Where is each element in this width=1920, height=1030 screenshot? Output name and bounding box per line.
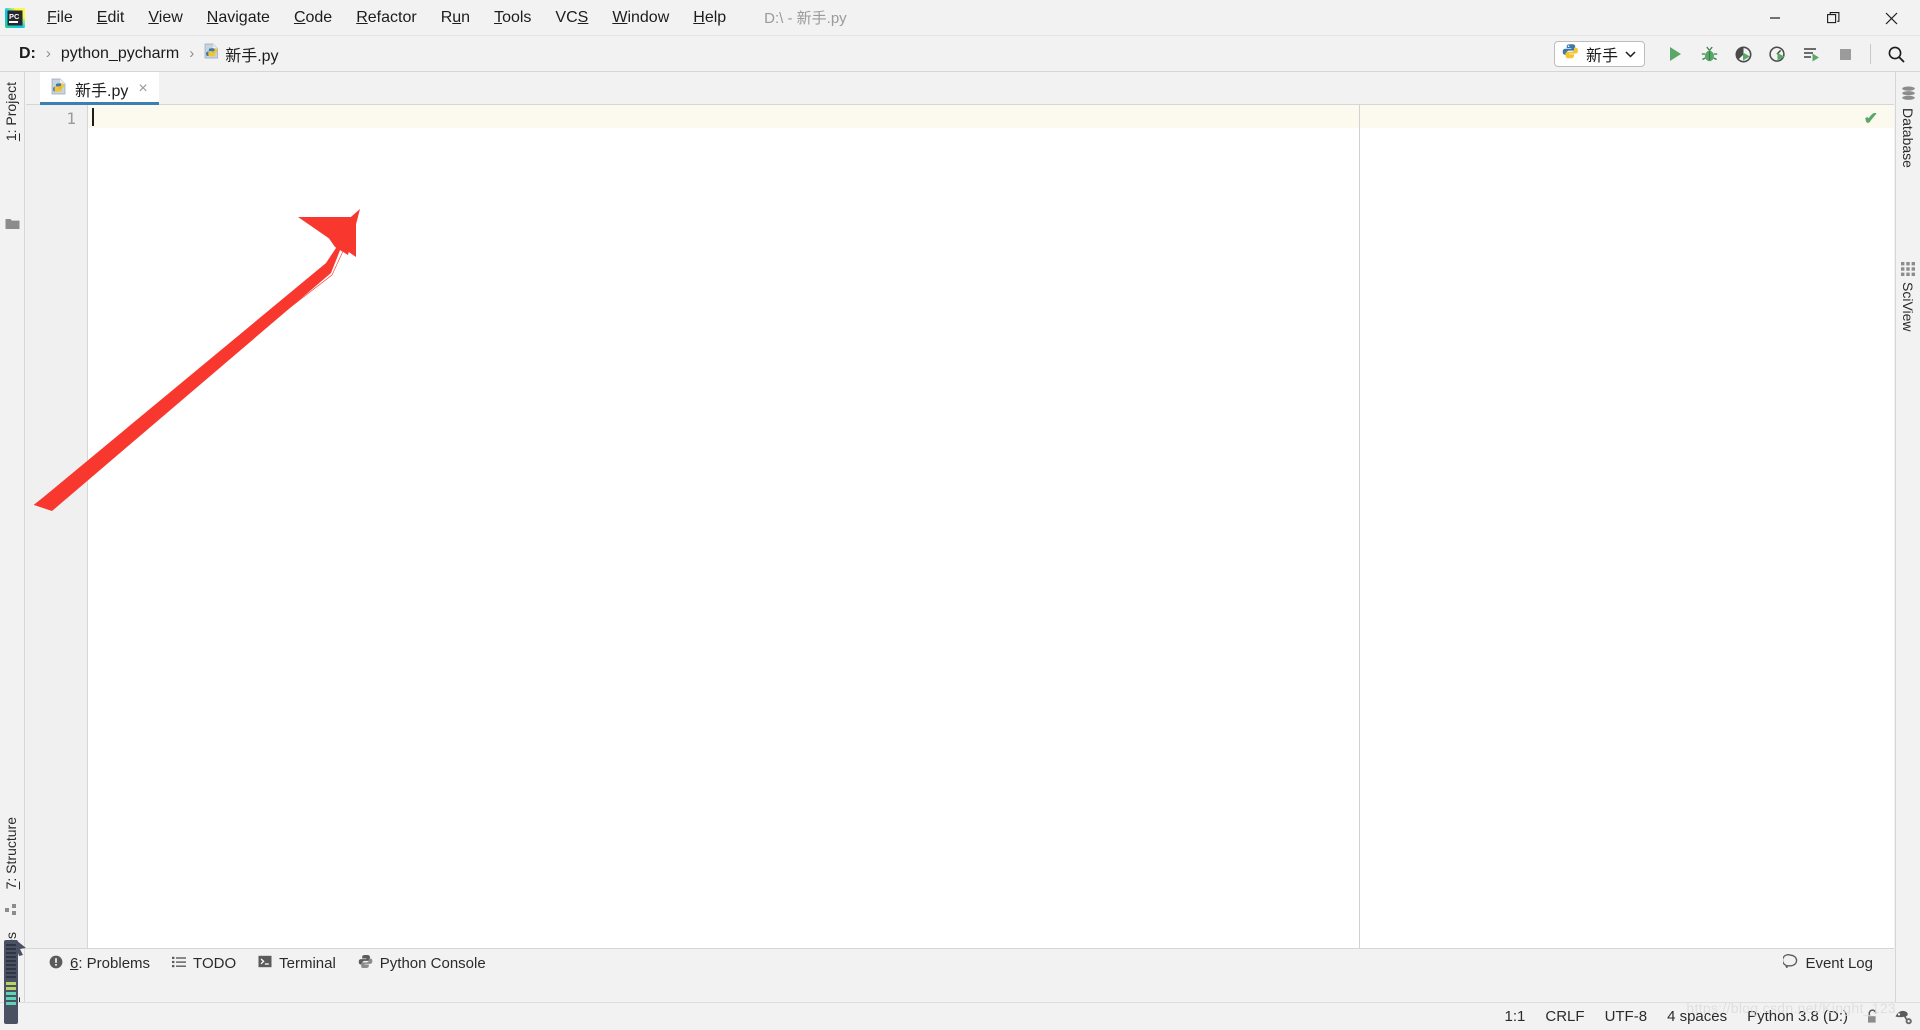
run-configuration-selector[interactable]: 新手 [1553, 41, 1645, 67]
editor-tab-label: 新手.py [75, 82, 129, 100]
status-interpreter[interactable]: Python 3.8 (D:) [1737, 1006, 1858, 1027]
bottom-bar-right: Event Log [1760, 951, 1884, 976]
toolwindow-problems[interactable]: 6: Problems [38, 952, 161, 976]
right-tool-stripe: Database SciView [1895, 72, 1920, 1002]
menu-edit[interactable]: Edit [85, 5, 137, 31]
pycharm-window: PC File Edit View Navigate Code Refactor… [0, 0, 1920, 1030]
menu-navigate[interactable]: Navigate [195, 5, 282, 31]
menu-vcs[interactable]: VCS [543, 5, 600, 31]
menu-bar: File Edit View Navigate Code Refactor Ru… [35, 5, 738, 31]
title-bar: PC File Edit View Navigate Code Refactor… [0, 0, 1920, 36]
menu-tools[interactable]: Tools [482, 5, 543, 31]
toolwindow-todo[interactable]: TODO [161, 952, 247, 975]
status-indent[interactable]: 4 spaces [1657, 1006, 1737, 1027]
database-icon[interactable] [1901, 86, 1916, 106]
breadcrumb-item-file[interactable]: 新手.py [199, 40, 283, 68]
menu-file[interactable]: File [35, 5, 85, 31]
breadcrumb-separator: › [45, 45, 51, 62]
pycharm-logo-icon: PC [5, 7, 25, 28]
bottom-tool-window-bar: 6: Problems TODO Terminal Python Console… [26, 948, 1894, 978]
run-with-console-button[interactable] [1795, 39, 1827, 69]
run-button[interactable] [1659, 39, 1691, 69]
menu-code[interactable]: Code [282, 5, 344, 31]
grid-icon[interactable] [1901, 262, 1915, 281]
editor-text-area[interactable] [89, 105, 1894, 948]
toolwindow-terminal[interactable]: Terminal [247, 952, 347, 975]
run-configuration-label: 新手 [1585, 48, 1618, 65]
text-caret [92, 108, 94, 126]
breadcrumb-item-project[interactable]: python_pycharm [56, 43, 184, 65]
toolbar-divider [1870, 44, 1871, 64]
menu-window[interactable]: Window [600, 5, 681, 31]
terminal-icon [258, 955, 272, 972]
inspection-status-icon[interactable]: ✔ [1864, 109, 1878, 129]
hard-wrap-guide [1359, 105, 1360, 948]
python-file-icon [51, 78, 67, 100]
editor-tab-active[interactable]: 新手.py × [40, 72, 159, 105]
settings-corner-icon[interactable] [4, 1004, 21, 1024]
sidebar-item-sciview[interactable]: SciView [1900, 282, 1916, 332]
toolwindow-event-log[interactable]: Event Log [1772, 951, 1884, 976]
code-editor[interactable]: 1 ✔ [26, 105, 1894, 948]
profile-button[interactable] [1761, 39, 1793, 69]
menu-view[interactable]: View [136, 5, 194, 31]
window-controls [1746, 0, 1920, 36]
unlocked-padlock-icon[interactable] [1858, 1007, 1887, 1027]
debug-button[interactable] [1693, 39, 1725, 69]
window-title: D:\ - 新手.py [764, 10, 847, 27]
todo-list-icon [172, 955, 187, 972]
menu-run[interactable]: Run [429, 5, 482, 31]
status-bar: 1:1 CRLF UTF-8 4 spaces Python 3.8 (D:) [0, 1002, 1920, 1030]
breadcrumb: D: › python_pycharm › 新手.py [14, 40, 284, 68]
menu-refactor[interactable]: Refactor [344, 5, 428, 31]
close-icon[interactable]: × [136, 80, 149, 98]
sidebar-item-project[interactable]: 1: Project [3, 82, 19, 141]
stop-button[interactable] [1829, 39, 1861, 69]
sidebar-item-database[interactable]: Database [1900, 108, 1916, 168]
toolwindow-python-console[interactable]: Python Console [347, 951, 497, 976]
python-file-icon [204, 43, 219, 64]
problems-warning-icon [49, 955, 63, 973]
breadcrumb-separator: › [189, 45, 195, 62]
python-file-icon [1562, 43, 1579, 65]
status-caret-position[interactable]: 1:1 [1495, 1006, 1536, 1027]
menu-help[interactable]: Help [681, 5, 738, 31]
python-console-icon [358, 954, 373, 973]
close-button[interactable] [1862, 0, 1920, 36]
breadcrumb-item-drive[interactable]: D: [14, 43, 41, 65]
navigation-bar: D: › python_pycharm › 新手.py 新手 [0, 36, 1920, 72]
sidebar-item-favorites[interactable]: 2: Favorites [3, 932, 19, 1005]
status-encoding[interactable]: UTF-8 [1595, 1006, 1658, 1027]
status-line-separator[interactable]: CRLF [1535, 1006, 1594, 1027]
restore-button[interactable] [1804, 0, 1862, 36]
search-everywhere-button[interactable] [1880, 39, 1912, 69]
main-toolbar: 新手 [1553, 36, 1912, 72]
line-number: 1 [66, 109, 76, 128]
editor-gutter[interactable]: 1 [26, 105, 88, 948]
chevron-down-icon [1625, 45, 1636, 63]
editor-tabs: 新手.py × [26, 72, 1894, 105]
structure-nodes-icon[interactable] [5, 902, 20, 920]
run-with-coverage-button[interactable] [1727, 39, 1759, 69]
minimize-button[interactable] [1746, 0, 1804, 36]
sidebar-item-structure[interactable]: 7: Structure [3, 817, 19, 889]
left-tool-stripe: 1: Project 7: Structure 2: Favorites [0, 72, 25, 1005]
project-folder-icon[interactable] [5, 217, 20, 235]
event-log-balloon-icon [1782, 954, 1798, 973]
inspection-settings-icon[interactable] [1887, 1006, 1920, 1027]
svg-text:PC: PC [9, 12, 20, 21]
